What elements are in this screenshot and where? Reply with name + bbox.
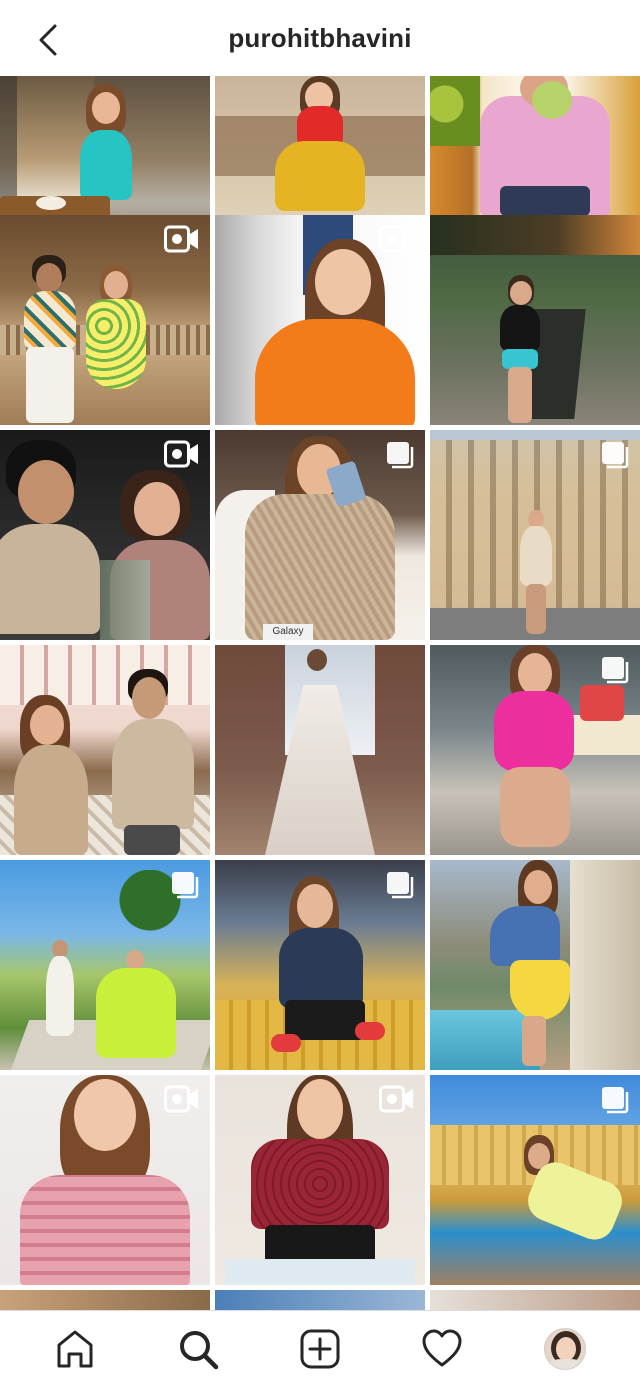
post-tile-17[interactable] (215, 1075, 425, 1285)
nav-profile[interactable] (533, 1317, 597, 1381)
top-bar: purohitbhavini (0, 0, 640, 76)
post-tile-5[interactable] (215, 215, 425, 425)
carousel-icon (385, 870, 415, 900)
carousel-icon (600, 655, 630, 685)
post-tile-21[interactable] (430, 1290, 640, 1310)
carousel-icon (170, 870, 200, 900)
carousel-icon (385, 440, 415, 470)
profile-avatar (543, 1327, 586, 1370)
chevron-left-icon (39, 24, 57, 56)
post-tile-15[interactable] (430, 860, 640, 1070)
posts-grid: Galaxy (0, 76, 640, 1310)
nav-activity[interactable] (410, 1317, 474, 1381)
post-tile-7[interactable] (0, 430, 210, 640)
bottom-navigation-bar (0, 1310, 640, 1386)
product-box-label: Galaxy (263, 624, 313, 640)
new-post-icon (300, 1329, 340, 1368)
reel-icon (379, 225, 415, 253)
reel-icon (164, 440, 200, 468)
post-tile-4[interactable] (0, 215, 210, 425)
post-tile-11[interactable] (215, 645, 425, 855)
activity-heart-icon (422, 1329, 462, 1366)
post-tile-6[interactable] (430, 215, 640, 425)
reel-icon (164, 225, 200, 253)
nav-home[interactable] (43, 1317, 107, 1381)
post-tile-14[interactable] (215, 860, 425, 1070)
post-tile-20[interactable] (215, 1290, 425, 1310)
post-tile-19[interactable] (0, 1290, 210, 1310)
post-tile-18[interactable] (430, 1075, 640, 1285)
instagram-explore-profile-screen: purohitbhavini Galaxy (0, 0, 640, 1386)
post-tile-9[interactable] (430, 430, 640, 640)
carousel-icon (600, 1085, 630, 1115)
post-tile-8[interactable]: Galaxy (215, 430, 425, 640)
post-tile-12[interactable] (430, 645, 640, 855)
carousel-icon (600, 440, 630, 470)
search-icon (179, 1330, 218, 1369)
profile-username-title: purohitbhavini (228, 22, 412, 53)
post-tile-13[interactable] (0, 860, 210, 1070)
reel-icon (164, 1085, 200, 1113)
post-tile-16[interactable] (0, 1075, 210, 1285)
back-button[interactable] (28, 20, 68, 60)
nav-new-post[interactable] (288, 1317, 352, 1381)
post-tile-10[interactable] (0, 645, 210, 855)
home-icon (57, 1330, 93, 1367)
reel-icon (379, 1085, 415, 1113)
nav-search[interactable] (166, 1317, 230, 1381)
